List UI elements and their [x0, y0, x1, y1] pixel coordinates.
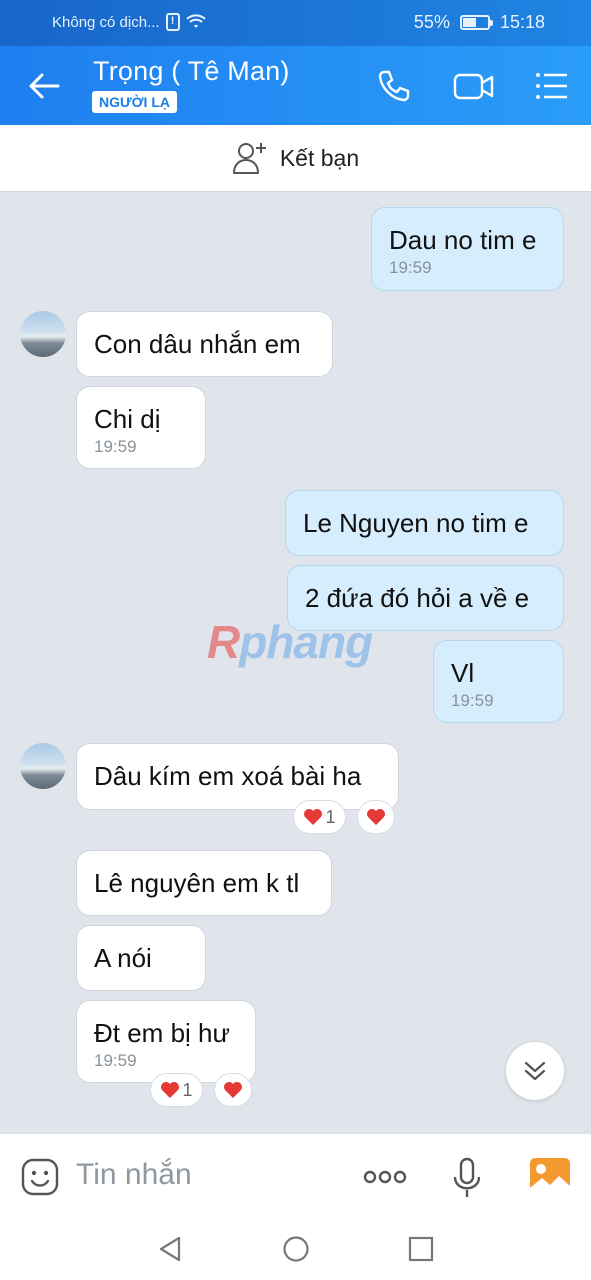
message-input-bar: Tin nhắn: [0, 1133, 591, 1219]
nav-back-icon[interactable]: [157, 1235, 183, 1263]
nav-home-icon[interactable]: [282, 1235, 310, 1263]
nav-recent-icon[interactable]: [408, 1235, 434, 1263]
message-bubble-in[interactable]: A nói: [76, 925, 206, 991]
message-text: Lê nguyên em k tl: [94, 868, 300, 898]
add-friend-label: Kết bạn: [279, 144, 360, 171]
message-text: Vl: [451, 658, 475, 688]
back-arrow-icon[interactable]: [22, 64, 66, 108]
avatar[interactable]: [20, 311, 66, 357]
message-bubble-in[interactable]: Chi dị 19:59: [76, 386, 206, 469]
message-time: 19:59: [451, 691, 494, 710]
message-text: A nói: [94, 943, 152, 973]
message-bubble-in[interactable]: Con dâu nhắn em: [76, 311, 333, 377]
status-bar: Không có dịch... ! 55% 15:18: [0, 0, 591, 46]
watermark-logo: Rphang: [207, 616, 373, 668]
message-time: 19:59: [94, 1051, 137, 1070]
message-text: Chi dị: [94, 404, 161, 434]
heart-icon: [367, 809, 385, 825]
carrier-text: Không có dịch...: [52, 13, 160, 31]
contact-name[interactable]: Trọng ( Tê Man): [93, 56, 290, 87]
add-user-icon: [232, 143, 266, 174]
more-dots-icon[interactable]: [362, 1166, 408, 1188]
message-text: 2 đứa đó hỏi a về e: [305, 583, 530, 613]
phone-icon[interactable]: [374, 66, 414, 106]
system-navigation-bar: [0, 1219, 591, 1280]
sim-warning-icon: !: [165, 13, 180, 31]
message-bubble-out[interactable]: Le Nguyen no tim e: [285, 490, 564, 556]
wifi-icon: [185, 14, 206, 28]
image-icon[interactable]: [528, 1156, 572, 1196]
message-bubble-out[interactable]: Vl 19:59: [433, 640, 564, 723]
reaction-count: 1: [182, 1079, 193, 1100]
message-bubble-out[interactable]: Dau no tim e 19:59: [371, 207, 564, 291]
battery-icon: [459, 15, 493, 30]
heart-icon: [161, 1082, 180, 1098]
message-input[interactable]: Tin nhắn: [76, 1158, 192, 1192]
menu-list-icon[interactable]: [531, 66, 571, 106]
status-right: 55% 15:18: [414, 12, 545, 33]
message-text: Dau no tim e: [389, 225, 537, 255]
message-bubble-in[interactable]: Đt em bị hư 19:59: [76, 1000, 256, 1083]
chat-header: Trọng ( Tê Man) NGƯỜI LẠ: [0, 46, 591, 125]
status-left: Không có dịch... !: [52, 13, 206, 31]
heart-icon: [224, 1082, 242, 1098]
stranger-badge: NGƯỜI LẠ: [92, 91, 177, 113]
message-time: 19:59: [389, 258, 432, 277]
sticker-icon[interactable]: [20, 1157, 60, 1197]
add-friend-bar[interactable]: Kết bạn: [0, 125, 591, 192]
message-bubble-in[interactable]: Dâu kím em xoá bài ha: [76, 743, 399, 810]
react-button[interactable]: [214, 1073, 252, 1107]
react-button[interactable]: [357, 800, 395, 834]
message-text: Dâu kím em xoá bài ha: [94, 761, 362, 791]
microphone-icon[interactable]: [452, 1156, 482, 1200]
message-text: Con dâu nhắn em: [94, 329, 301, 359]
message-time: 19:59: [94, 437, 137, 456]
reaction-count: 1: [325, 806, 336, 827]
scroll-to-bottom-button[interactable]: [506, 1042, 564, 1100]
message-text: Le Nguyen no tim e: [303, 508, 529, 538]
message-bubble-in[interactable]: Lê nguyên em k tl: [76, 850, 332, 916]
heart-icon: [304, 809, 323, 825]
chevrons-down-icon: [524, 1061, 546, 1081]
battery-percent: 55%: [413, 12, 450, 32]
reaction-count-badge[interactable]: 1: [293, 800, 346, 834]
message-text: Đt em bị hư: [94, 1018, 230, 1048]
video-call-icon[interactable]: [452, 66, 496, 106]
clock: 15:18: [499, 12, 545, 32]
avatar[interactable]: [20, 743, 66, 789]
reaction-count-badge[interactable]: 1: [150, 1073, 203, 1107]
